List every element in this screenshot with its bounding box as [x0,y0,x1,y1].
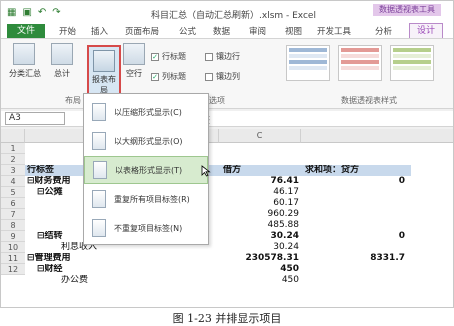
table-cell[interactable]: 230578.31 [161,253,299,264]
grand-totals-button[interactable]: 总计 [47,43,77,79]
report-layout-icon [93,50,115,72]
no-repeat-labels-icon [92,219,106,237]
banded-rows-checkbox[interactable]: 镶边行 [205,51,240,62]
save-icon[interactable]: ▣ [22,7,31,18]
table-cell[interactable]: 46.17 [219,187,299,198]
style-swatch[interactable] [338,45,382,81]
row-header[interactable]: 10 [1,242,25,253]
table-cell[interactable]: 60.17 [219,198,299,209]
subtotals-icon [13,43,35,65]
column-headers-checkbox[interactable]: ✓ 列标题 [151,71,186,82]
menu-item-compact-form[interactable]: 以压缩形式显示(C) [84,98,208,126]
table-cell[interactable]: 0 [301,231,405,242]
window-title: 科目汇总（自动汇总刷新）.xlsm - Excel [151,11,316,21]
menu-item-outline-form[interactable]: 以大纲形式显示(O) [84,127,208,155]
repeat-labels-icon [92,190,106,208]
table-cell[interactable]: 450 [219,275,299,286]
row-header[interactable]: 1 [1,143,25,154]
row-header[interactable]: 6 [1,198,25,209]
tab-view[interactable]: 视图 [285,25,302,37]
table-cell[interactable]: 30.24 [219,242,299,253]
group-label-styles: 数据透视表样式 [341,96,397,105]
tabular-form-icon [93,161,107,179]
tab-insert[interactable]: 插入 [91,25,108,37]
row-header[interactable]: 3 [1,165,25,176]
row-header[interactable]: 2 [1,154,25,165]
row-header[interactable]: 8 [1,220,25,231]
table-cell[interactable]: 960.29 [219,209,300,220]
row-header[interactable]: 12 [1,264,25,275]
name-box[interactable]: A3 [5,112,65,125]
row-header[interactable]: 9 [1,231,25,242]
table-cell[interactable]: 485.88 [219,220,300,231]
undo-icon[interactable]: ↶ [38,7,46,18]
report-layout-menu: 以压缩形式显示(C) 以大纲形式显示(O) 以表格形式显示(T) 重复所有项目标… [83,93,209,245]
tab-data[interactable]: 数据 [213,25,230,37]
excel-window: ▦ ▣ ↶ ↷ 科目汇总（自动汇总刷新）.xlsm - Excel 数据透视表工… [0,0,454,308]
menu-item-no-repeat-labels[interactable]: 不重复项目标签(N) [84,214,208,242]
mouse-cursor-icon [201,165,211,177]
select-all[interactable] [1,129,25,143]
menu-item-repeat-labels[interactable]: 重复所有项目标签(R) [84,185,208,213]
tab-design[interactable]: 设计 [409,23,443,38]
excel-icon: ▦ [7,7,17,18]
table-row-label[interactable]: ⊟管理费用 [27,253,177,264]
redo-icon[interactable]: ↷ [52,7,60,18]
formula-bar: A3 签 [1,111,453,127]
title-bar: ▦ ▣ ↶ ↷ 科目汇总（自动汇总刷新）.xlsm - Excel 数据透视表工… [1,1,453,25]
quick-access-toolbar: ▦ ▣ ↶ ↷ [7,7,61,18]
menu-item-tabular-form[interactable]: 以表格形式显示(T) [84,156,208,184]
style-swatch[interactable] [286,45,330,81]
outline-form-icon [92,132,106,150]
row-header[interactable]: 5 [1,187,25,198]
ribbon: 分类汇总 总计 报表布局 空行 ✓ 行标题 镶边行 ✓ 列标题 镶边列 布局 式… [1,39,453,109]
group-label-layout: 布局 [65,96,81,105]
tab-formulas[interactable]: 公式 [179,25,196,37]
ribbon-tabs: 文件 开始 插入 页面布局 公式 数据 审阅 视图 开发工具 分析 设计 [1,23,453,39]
pivot-header-credit[interactable]: 求和项：贷方 [301,165,411,176]
context-group-label: 数据透视表工具 [373,4,441,16]
column-header-c[interactable]: C [219,129,301,143]
tab-home[interactable]: 开始 [59,25,76,37]
table-cell[interactable]: 450 [219,264,299,275]
tab-page-layout[interactable]: 页面布局 [125,25,159,37]
subtotals-button[interactable]: 分类汇总 [9,43,41,79]
table-cell[interactable]: 76.41 [219,176,299,187]
table-cell[interactable]: 8331.7 [301,253,405,264]
blank-rows-button[interactable]: 空行 [119,43,149,79]
blank-rows-icon [123,43,145,65]
compact-form-icon [92,103,106,121]
grand-totals-icon [51,43,73,65]
table-row-label[interactable]: ⊟财经 [37,264,187,275]
report-layout-button[interactable]: 报表布局 [87,45,121,95]
row-headers-checkbox[interactable]: ✓ 行标题 [151,51,186,62]
table-cell[interactable]: 0 [301,176,405,187]
tab-analyze[interactable]: 分析 [375,25,392,37]
banded-columns-checkbox[interactable]: 镶边列 [205,71,240,82]
tab-review[interactable]: 审阅 [249,25,266,37]
pivot-styles-gallery[interactable] [286,45,446,89]
row-header[interactable]: 4 [1,176,25,187]
row-header[interactable]: 11 [1,253,25,264]
tab-developer[interactable]: 开发工具 [317,25,351,37]
figure-caption: 图 1-23 并排显示项目 [172,312,282,325]
table-cell[interactable]: 30.24 [219,231,299,242]
pivot-header-debit[interactable]: 借方 [219,165,301,176]
row-header[interactable]: 7 [1,209,25,220]
worksheet-grid[interactable]: C 1 2 3 4 5 6 7 8 9 10 11 12 行标签 借方 求和项：… [1,129,453,307]
tab-file[interactable]: 文件 [7,24,45,38]
table-row-label[interactable]: 办公费 [61,275,211,286]
column-header[interactable] [301,129,453,143]
style-swatch[interactable] [390,45,434,81]
